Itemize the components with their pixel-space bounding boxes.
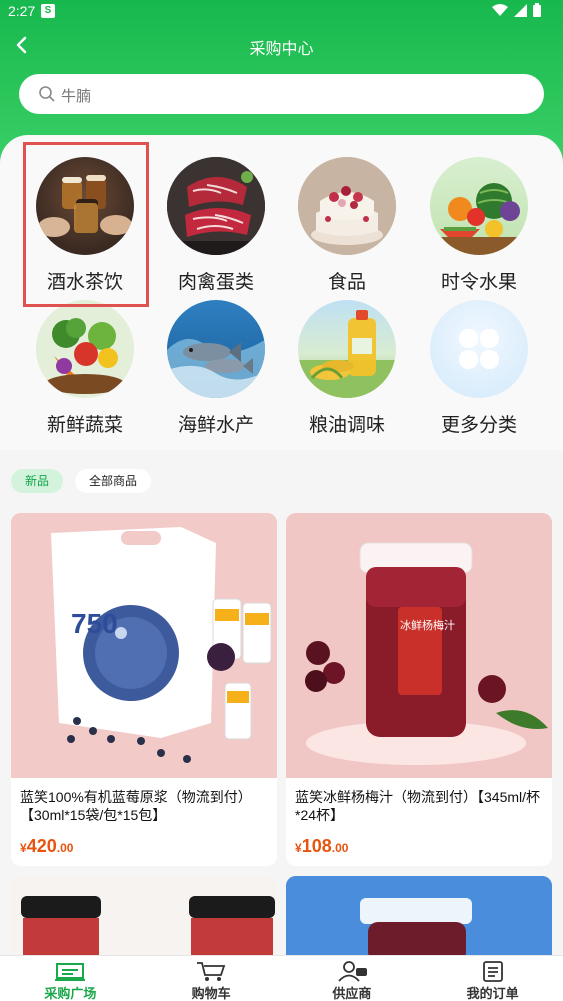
price-decimal: .00 [56,841,74,855]
tab-label: 我的订单 [466,986,519,1001]
cooking-oil-photo [298,300,396,398]
tab-label: 购物车 [191,986,231,1001]
vegetables-photo [36,300,134,398]
status-time: 2:27 [8,3,36,19]
store-icon [55,963,86,981]
tab-label: 供应商 [332,986,372,1001]
bottom-tab-bar: 采购广场 购物车 供应商 我的订单 [0,955,563,1001]
tab-label: 采购广场 [44,986,97,1001]
category-grain-oil[interactable]: 粮油调味 [287,300,407,437]
tab-supplier[interactable]: 供应商 [282,956,423,1001]
product-tabs: 新品 全部商品 [11,469,152,493]
product-price: ¥420.00 [11,830,277,863]
category-label: 更多分类 [440,415,517,436]
product-name: 蓝笑冰鲜杨梅汁（物流到付）【345ml/杯*24杯】 [295,789,541,823]
currency-symbol: ¥ [20,841,27,855]
seafood-photo [167,300,265,398]
product-card-partial[interactable] [286,876,552,956]
more-grid-icon [430,300,528,398]
cart-icon [197,962,226,981]
cake-photo [298,157,396,255]
category-seafood[interactable]: 海鲜水产 [156,300,276,437]
category-label: 食品 [327,272,366,293]
product-image: 750 [11,513,277,778]
supplier-icon [338,961,367,982]
raw-meat-photo [167,157,265,255]
page-title: 采购中心 [249,41,314,58]
tab-all-products[interactable]: 全部商品 [75,469,152,493]
product-card[interactable]: 冰鲜杨梅汁 蓝笑冰鲜杨梅汁（物流到付）【345ml/杯*24杯】 ¥108.00 [286,513,552,866]
price-integer: 420 [26,836,57,856]
tab-my-orders[interactable]: 我的订单 [422,956,563,1001]
tab-purchase-plaza[interactable]: 采购广场 [0,956,141,1001]
product-price: ¥108.00 [286,830,552,863]
product-image [11,876,277,956]
wifi-icon [492,3,508,16]
order-icon [482,961,503,982]
fruit-photo [430,157,528,255]
top-bar: 采购中心 [0,26,563,64]
currency-symbol: ¥ [295,841,302,855]
category-label: 时令水果 [440,272,517,293]
category-label: 海鲜水产 [177,415,254,436]
product-card[interactable]: 750 蓝笑100%有机蓝莓原浆（物流到付）【30ml*15袋/包*15包】 ¥… [11,513,277,866]
battery-icon [533,3,541,17]
search-icon [39,86,55,102]
category-more[interactable]: 更多分类 [419,300,539,437]
category-food[interactable]: 食品 [287,157,407,294]
product-name: 蓝笑100%有机蓝莓原浆（物流到付）【30ml*15袋/包*15包】 [20,789,252,823]
tab-new[interactable]: 新品 [11,469,64,493]
selection-highlight [23,142,149,307]
search-placeholder: 牛腩 [61,88,92,105]
category-label: 粮油调味 [308,415,385,436]
category-vegetables[interactable]: 新鲜蔬菜 [25,300,145,437]
status-bar: 2:27 S [0,0,563,24]
product-image-label: 冰鲜杨梅汁 [400,618,455,632]
notification-icon: S [41,4,55,18]
price-integer: 108 [301,836,332,856]
product-image-number: 750 [71,608,118,639]
category-meat[interactable]: 肉禽蛋类 [156,157,276,294]
product-card-partial[interactable] [11,876,277,956]
signal-icon [514,3,527,17]
category-label: 新鲜蔬菜 [46,415,123,436]
category-label: 肉禽蛋类 [177,272,254,293]
search-input[interactable]: 牛腩 [19,74,544,114]
tab-cart[interactable]: 购物车 [141,956,282,1001]
product-image [286,876,552,956]
price-decimal: .00 [331,841,349,855]
category-fruit[interactable]: 时令水果 [419,157,539,294]
product-image: 冰鲜杨梅汁 [286,513,552,778]
